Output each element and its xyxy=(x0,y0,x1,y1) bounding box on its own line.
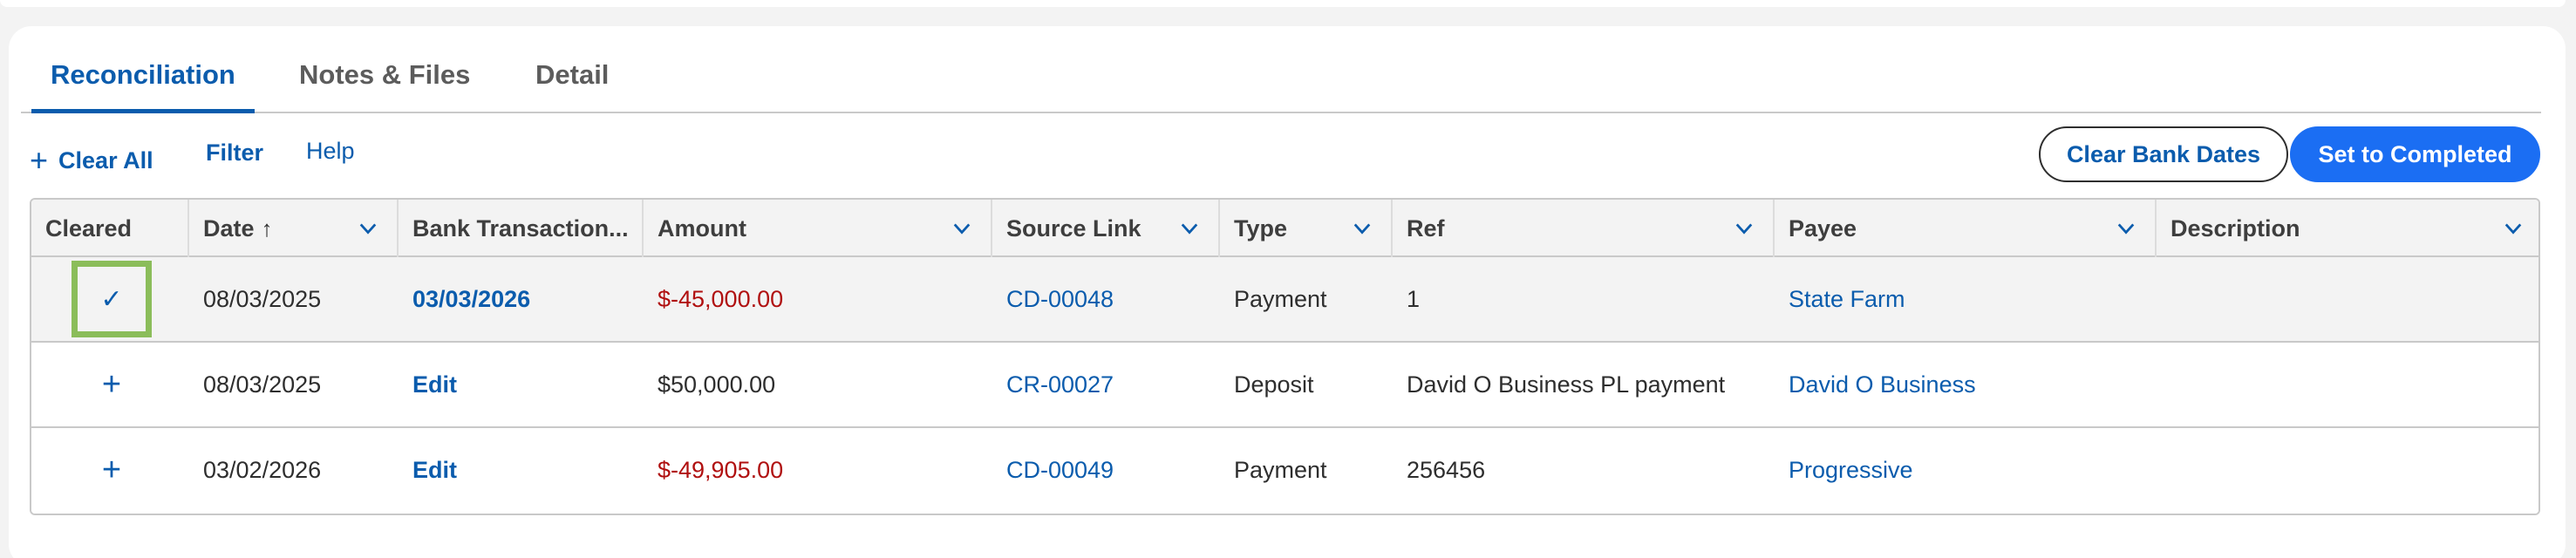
chevron-down-icon[interactable] xyxy=(358,219,378,238)
sort-ascending-icon: ↑ xyxy=(261,214,273,242)
tab-reconciliation[interactable]: Reconciliation xyxy=(31,59,255,113)
column-label: Description xyxy=(2171,214,2300,242)
column-label: Payee xyxy=(1789,214,1857,242)
edit-bank-date-link[interactable]: Edit xyxy=(399,343,457,426)
description-cell xyxy=(2157,257,2171,341)
add-clear-icon[interactable]: + xyxy=(72,346,152,423)
clear-all-button[interactable]: + Clear All xyxy=(30,140,153,178)
tab-notes-files[interactable]: Notes & Files xyxy=(299,59,470,112)
column-header-bank-transaction[interactable]: Bank Transaction... xyxy=(399,200,644,257)
bank-date-link[interactable]: 03/03/2026 xyxy=(399,257,530,341)
column-label: Ref xyxy=(1407,214,1445,242)
edit-bank-date-link[interactable]: Edit xyxy=(399,428,457,512)
payee-link[interactable]: State Farm xyxy=(1775,257,1905,341)
clear-bank-dates-button[interactable]: Clear Bank Dates xyxy=(2039,126,2288,182)
payee-link[interactable]: Progressive xyxy=(1775,428,1913,512)
top-strip xyxy=(0,0,2566,7)
tab-bar: Reconciliation Notes & Files Detail xyxy=(21,38,2541,113)
plus-icon: + xyxy=(30,142,49,178)
table-header: Cleared Date ↑ Bank Transaction... Amoun… xyxy=(31,200,2539,257)
type-cell: Payment xyxy=(1234,285,1327,312)
chevron-down-icon[interactable] xyxy=(2116,219,2136,238)
column-label: Cleared xyxy=(45,214,133,242)
column-header-ref[interactable]: Ref xyxy=(1393,200,1775,257)
date-cell: 03/02/2026 xyxy=(203,456,322,483)
tab-detail[interactable]: Detail xyxy=(535,59,609,112)
column-header-type[interactable]: Type xyxy=(1220,200,1393,257)
amount-cell: $-49,905.00 xyxy=(658,456,784,483)
column-label: Type xyxy=(1234,214,1288,242)
clear-all-label: Clear All xyxy=(58,147,153,174)
date-cell: 08/03/2025 xyxy=(203,371,322,398)
source-link[interactable]: CD-00048 xyxy=(992,257,1114,341)
cleared-checkmark-icon[interactable]: ✓ xyxy=(72,261,152,337)
column-label: Bank Transaction... xyxy=(412,214,629,242)
column-header-cleared[interactable]: Cleared xyxy=(31,200,189,257)
help-link[interactable]: Help xyxy=(306,138,355,165)
ref-cell: David O Business PL payment xyxy=(1407,371,1726,398)
column-header-description[interactable]: Description xyxy=(2157,200,2539,257)
source-link[interactable]: CD-00049 xyxy=(992,428,1114,512)
chevron-down-icon[interactable] xyxy=(1180,219,1199,238)
set-to-completed-button[interactable]: Set to Completed xyxy=(2290,126,2540,182)
type-cell: Payment xyxy=(1234,456,1327,483)
chevron-down-icon[interactable] xyxy=(1353,219,1372,238)
column-label: Amount xyxy=(658,214,746,242)
column-label: Source Link xyxy=(1006,214,1141,242)
type-cell: Deposit xyxy=(1234,371,1314,398)
transactions-table: Cleared Date ↑ Bank Transaction... Amoun… xyxy=(30,198,2540,515)
column-header-source-link[interactable]: Source Link xyxy=(992,200,1220,257)
payee-link[interactable]: David O Business xyxy=(1775,343,1976,426)
amount-cell: $-45,000.00 xyxy=(658,285,784,312)
source-link[interactable]: CR-00027 xyxy=(992,343,1114,426)
column-header-date[interactable]: Date ↑ xyxy=(189,200,399,257)
table-row[interactable]: + 08/03/2025 Edit $50,000.00 CR-00027 De… xyxy=(31,343,2539,428)
ref-cell: 1 xyxy=(1407,285,1421,312)
chevron-down-icon[interactable] xyxy=(2504,219,2523,238)
description-cell xyxy=(2157,343,2171,426)
add-clear-icon[interactable]: + xyxy=(72,432,152,508)
table-row[interactable]: ✓ 08/03/2025 03/03/2026 $-45,000.00 CD-0… xyxy=(31,257,2539,343)
description-cell xyxy=(2157,428,2171,512)
column-label: Date xyxy=(203,214,255,242)
filter-button[interactable]: Filter xyxy=(206,140,263,167)
column-header-payee[interactable]: Payee xyxy=(1775,200,2157,257)
ref-cell: 256456 xyxy=(1407,456,1486,483)
date-cell: 08/03/2025 xyxy=(203,285,322,312)
chevron-down-icon[interactable] xyxy=(1734,219,1754,238)
column-header-amount[interactable]: Amount xyxy=(644,200,992,257)
amount-cell: $50,000.00 xyxy=(658,371,776,398)
table-row[interactable]: + 03/02/2026 Edit $-49,905.00 CD-00049 P… xyxy=(31,428,2539,514)
chevron-down-icon[interactable] xyxy=(952,219,971,238)
